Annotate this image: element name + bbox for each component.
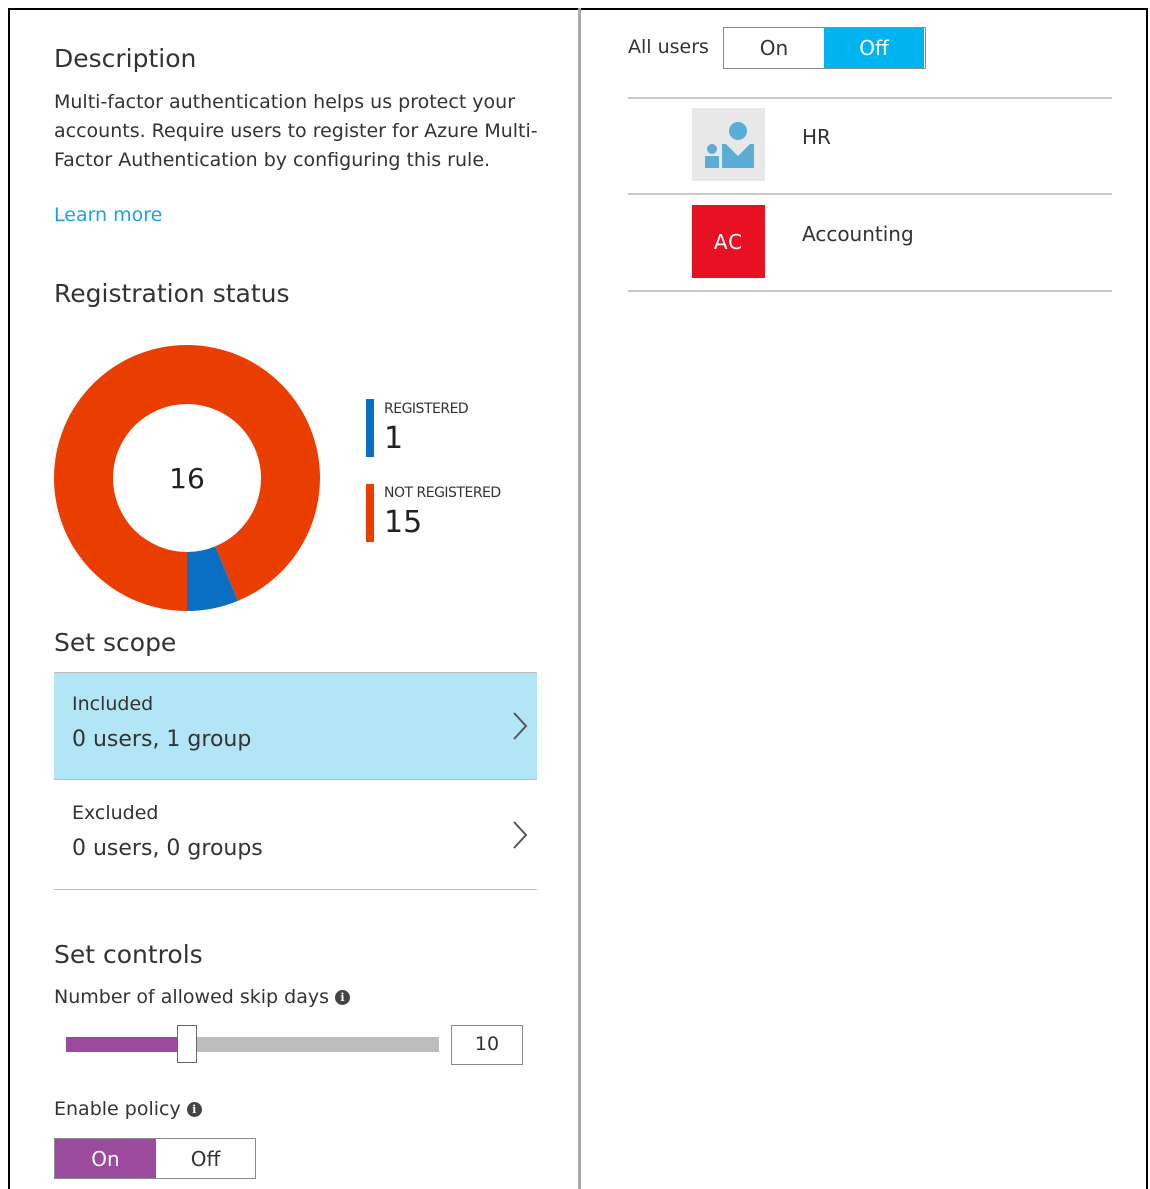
chevron-right-icon [513,712,528,740]
skip-days-label-row: Number of allowed skip days i [54,986,350,1008]
scope-excluded-value: 0 users, 0 groups [72,836,263,861]
enable-policy-label: Enable policy [54,1098,181,1120]
not-registered-legend-label: NOT REGISTERED [384,485,501,501]
enable-policy-on-option[interactable]: On [55,1139,156,1178]
description-heading: Description [54,44,197,73]
skip-days-label: Number of allowed skip days [54,986,329,1008]
enable-policy-toggle[interactable]: On Off [54,1138,256,1179]
registered-legend-label: REGISTERED [384,401,469,417]
scope-included-row[interactable]: Included 0 users, 1 group [54,672,537,780]
registration-heading: Registration status [54,279,290,308]
enable-policy-off-option[interactable]: Off [156,1139,255,1178]
info-icon[interactable]: i [335,990,350,1005]
registration-donut-chart: 16 [54,345,321,611]
scope-excluded-label: Excluded [72,802,159,824]
list-divider [628,193,1112,195]
scope-included-label: Included [72,693,154,715]
list-divider [628,290,1112,292]
controls-heading: Set controls [54,940,203,969]
enable-policy-label-row: Enable policy i [54,1098,202,1120]
skip-days-slider-track[interactable] [188,1037,439,1052]
scope-excluded-row[interactable]: Excluded 0 users, 0 groups [54,782,537,890]
all-users-label: All users [628,36,709,58]
group-icon [692,108,765,181]
skip-days-slider-thumb[interactable] [177,1025,197,1063]
list-divider [628,97,1112,99]
group-name: Accounting [802,222,914,246]
not-registered-legend-bar [366,484,374,542]
scope-heading: Set scope [54,628,177,657]
learn-more-link[interactable]: Learn more [54,204,162,226]
all-users-on-option[interactable]: On [724,28,824,68]
info-icon[interactable]: i [186,1102,202,1117]
chevron-right-icon [513,821,528,849]
scope-included-value: 0 users, 1 group [72,727,252,752]
description-text: Multi-factor authentication helps us pro… [54,91,538,171]
donut-total: 16 [169,462,205,495]
all-users-toggle[interactable]: On Off [723,27,926,69]
all-users-off-option[interactable]: Off [824,28,924,68]
pane-divider [578,8,581,1189]
group-avatar: AC [692,205,765,278]
group-name: HR [802,125,831,149]
registered-count: 1 [384,421,404,456]
skip-days-slider-fill [66,1037,188,1052]
not-registered-count: 15 [384,505,423,540]
skip-days-input[interactable]: 10 [451,1025,523,1065]
registered-legend-bar [366,399,374,457]
